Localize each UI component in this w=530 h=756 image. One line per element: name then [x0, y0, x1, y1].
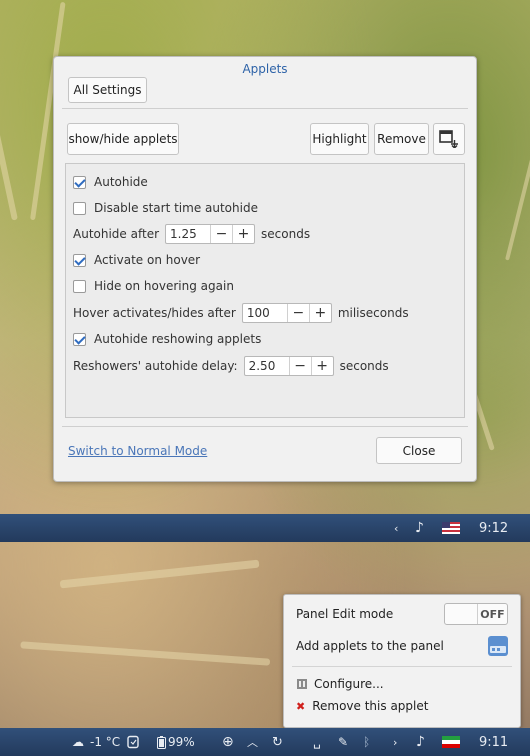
remove-applet-label: Remove this applet: [312, 699, 429, 713]
toggle-knob: [445, 604, 478, 624]
toggle-state: OFF: [480, 607, 505, 621]
autohide-after-unit: seconds: [261, 227, 311, 241]
hover-after-input[interactable]: 100: [243, 304, 288, 322]
top-panel: ‹ ♪ 9:12: [0, 514, 530, 542]
autohide-after-input[interactable]: 1.25: [166, 225, 212, 243]
highlight-button[interactable]: Highlight: [310, 123, 369, 155]
disable-start-label: Disable start time autohide: [94, 201, 258, 215]
hide-hover-checkbox[interactable]: [73, 279, 86, 293]
bluetooth-icon[interactable]: ᛒ: [363, 728, 370, 756]
hide-hover-option[interactable]: Hide on hovering again: [73, 276, 234, 296]
clock[interactable]: 9:12: [479, 514, 508, 542]
activate-hover-checkbox[interactable]: [73, 253, 86, 267]
applets-icon: [488, 636, 508, 656]
reshowers-delay-input[interactable]: 2.50: [245, 357, 290, 375]
chevron-right-icon[interactable]: ›: [393, 728, 397, 756]
autohide-after-increment[interactable]: +: [232, 225, 254, 243]
disable-start-checkbox[interactable]: [73, 201, 86, 215]
temperature[interactable]: -1 °C: [90, 728, 120, 756]
dialog-title: Applets: [242, 62, 288, 76]
clock[interactable]: 9:11: [479, 728, 508, 756]
iran-flag-icon: [442, 736, 460, 748]
options-panel: Autohide Disable start time autohide Aut…: [65, 163, 465, 418]
edit-mode-toggle[interactable]: OFF: [444, 603, 508, 625]
autohide-after-spinner: 1.25 − +: [165, 224, 256, 244]
chevron-left-icon[interactable]: ‹: [394, 514, 398, 542]
autohide-reshowing-option[interactable]: Autohide reshowing applets: [73, 329, 261, 349]
music-note-icon[interactable]: ♪: [416, 728, 425, 756]
remove-x-icon: ✖: [296, 699, 306, 713]
battery-icon[interactable]: [157, 728, 166, 756]
hide-hover-label: Hide on hovering again: [94, 279, 234, 293]
bottom-panel: ☁ -1 °C 99% ⊕ ︿ ↻ ␣ ✎ ᛒ › ♪ 9:11: [0, 728, 530, 756]
reshowers-delay-spinner: 2.50 − +: [243, 356, 334, 376]
window-settings-icon: [439, 130, 458, 148]
hover-after-spinner: 100 − +: [241, 303, 332, 323]
disable-start-option[interactable]: Disable start time autohide: [73, 198, 258, 218]
autohide-option[interactable]: Autohide: [73, 172, 148, 192]
keyboard-layout-ir[interactable]: [442, 728, 460, 756]
activate-hover-option[interactable]: Activate on hover: [73, 250, 200, 270]
hover-after-label: Hover activates/hides after: [73, 306, 236, 320]
reshowers-delay-increment[interactable]: +: [310, 357, 333, 375]
show-hide-applets-button[interactable]: show/hide applets: [67, 123, 179, 155]
music-note-icon[interactable]: ♪: [415, 514, 424, 542]
configure-icon: [297, 679, 307, 689]
refresh-icon[interactable]: ↻: [272, 728, 283, 756]
autohide-reshowing-label: Autohide reshowing applets: [94, 332, 262, 346]
reshowers-delay-label: Reshowers' autohide delay:: [73, 359, 238, 373]
autohide-after-decrement[interactable]: −: [211, 225, 232, 243]
clipboard-icon[interactable]: [126, 728, 140, 756]
remove-applet-item[interactable]: ✖ Remove this applet: [296, 696, 428, 716]
pen-icon[interactable]: ✎: [338, 728, 348, 756]
hover-after-decrement[interactable]: −: [288, 304, 309, 322]
us-flag-icon: [442, 522, 460, 534]
all-settings-button[interactable]: All Settings: [68, 77, 147, 103]
reshowers-delay-unit: seconds: [339, 359, 389, 373]
panel-context-menu: Panel Edit mode OFF Add applets to the p…: [283, 594, 521, 728]
autohide-checkbox[interactable]: [73, 175, 86, 189]
keyboard-space-icon[interactable]: ␣: [313, 728, 321, 756]
hover-after-unit: miliseconds: [337, 306, 409, 320]
configure-label: Configure...: [314, 677, 384, 691]
clipboard-svg: [127, 735, 139, 749]
separator: [62, 108, 468, 109]
switch-normal-mode-link[interactable]: Switch to Normal Mode: [68, 444, 207, 458]
battery-svg: [157, 735, 166, 749]
configure-item[interactable]: Configure...: [296, 674, 384, 694]
hover-after-row: Hover activates/hides after 100 − + mili…: [73, 303, 409, 323]
add-applets-item[interactable]: Add applets to the panel: [296, 636, 444, 656]
panel-edit-mode-item[interactable]: Panel Edit mode: [296, 604, 393, 624]
activate-hover-label: Activate on hover: [94, 253, 201, 267]
autohide-reshowing-checkbox[interactable]: [73, 332, 86, 346]
keyboard-layout-us[interactable]: [442, 514, 460, 542]
weather-icon[interactable]: ☁: [72, 728, 84, 756]
hover-after-increment[interactable]: +: [308, 304, 331, 322]
chevron-up-icon[interactable]: ︿: [247, 728, 258, 756]
accessibility-icon[interactable]: ⊕: [222, 728, 234, 756]
applet-settings-icon-button[interactable]: [433, 123, 465, 155]
applets-dialog: Applets All Settings show/hide applets H…: [53, 56, 477, 482]
remove-button[interactable]: Remove: [374, 123, 429, 155]
reshowers-delay-decrement[interactable]: −: [290, 357, 311, 375]
close-button[interactable]: Close: [376, 437, 462, 464]
separator: [62, 426, 468, 427]
separator: [292, 666, 512, 667]
autohide-after-row: Autohide after 1.25 − + seconds: [73, 224, 310, 244]
battery-level[interactable]: 99%: [168, 728, 195, 756]
autohide-after-label: Autohide after: [73, 227, 160, 241]
autohide-label: Autohide: [94, 175, 148, 189]
reshowers-delay-row: Reshowers' autohide delay: 2.50 − + seco…: [73, 356, 389, 376]
